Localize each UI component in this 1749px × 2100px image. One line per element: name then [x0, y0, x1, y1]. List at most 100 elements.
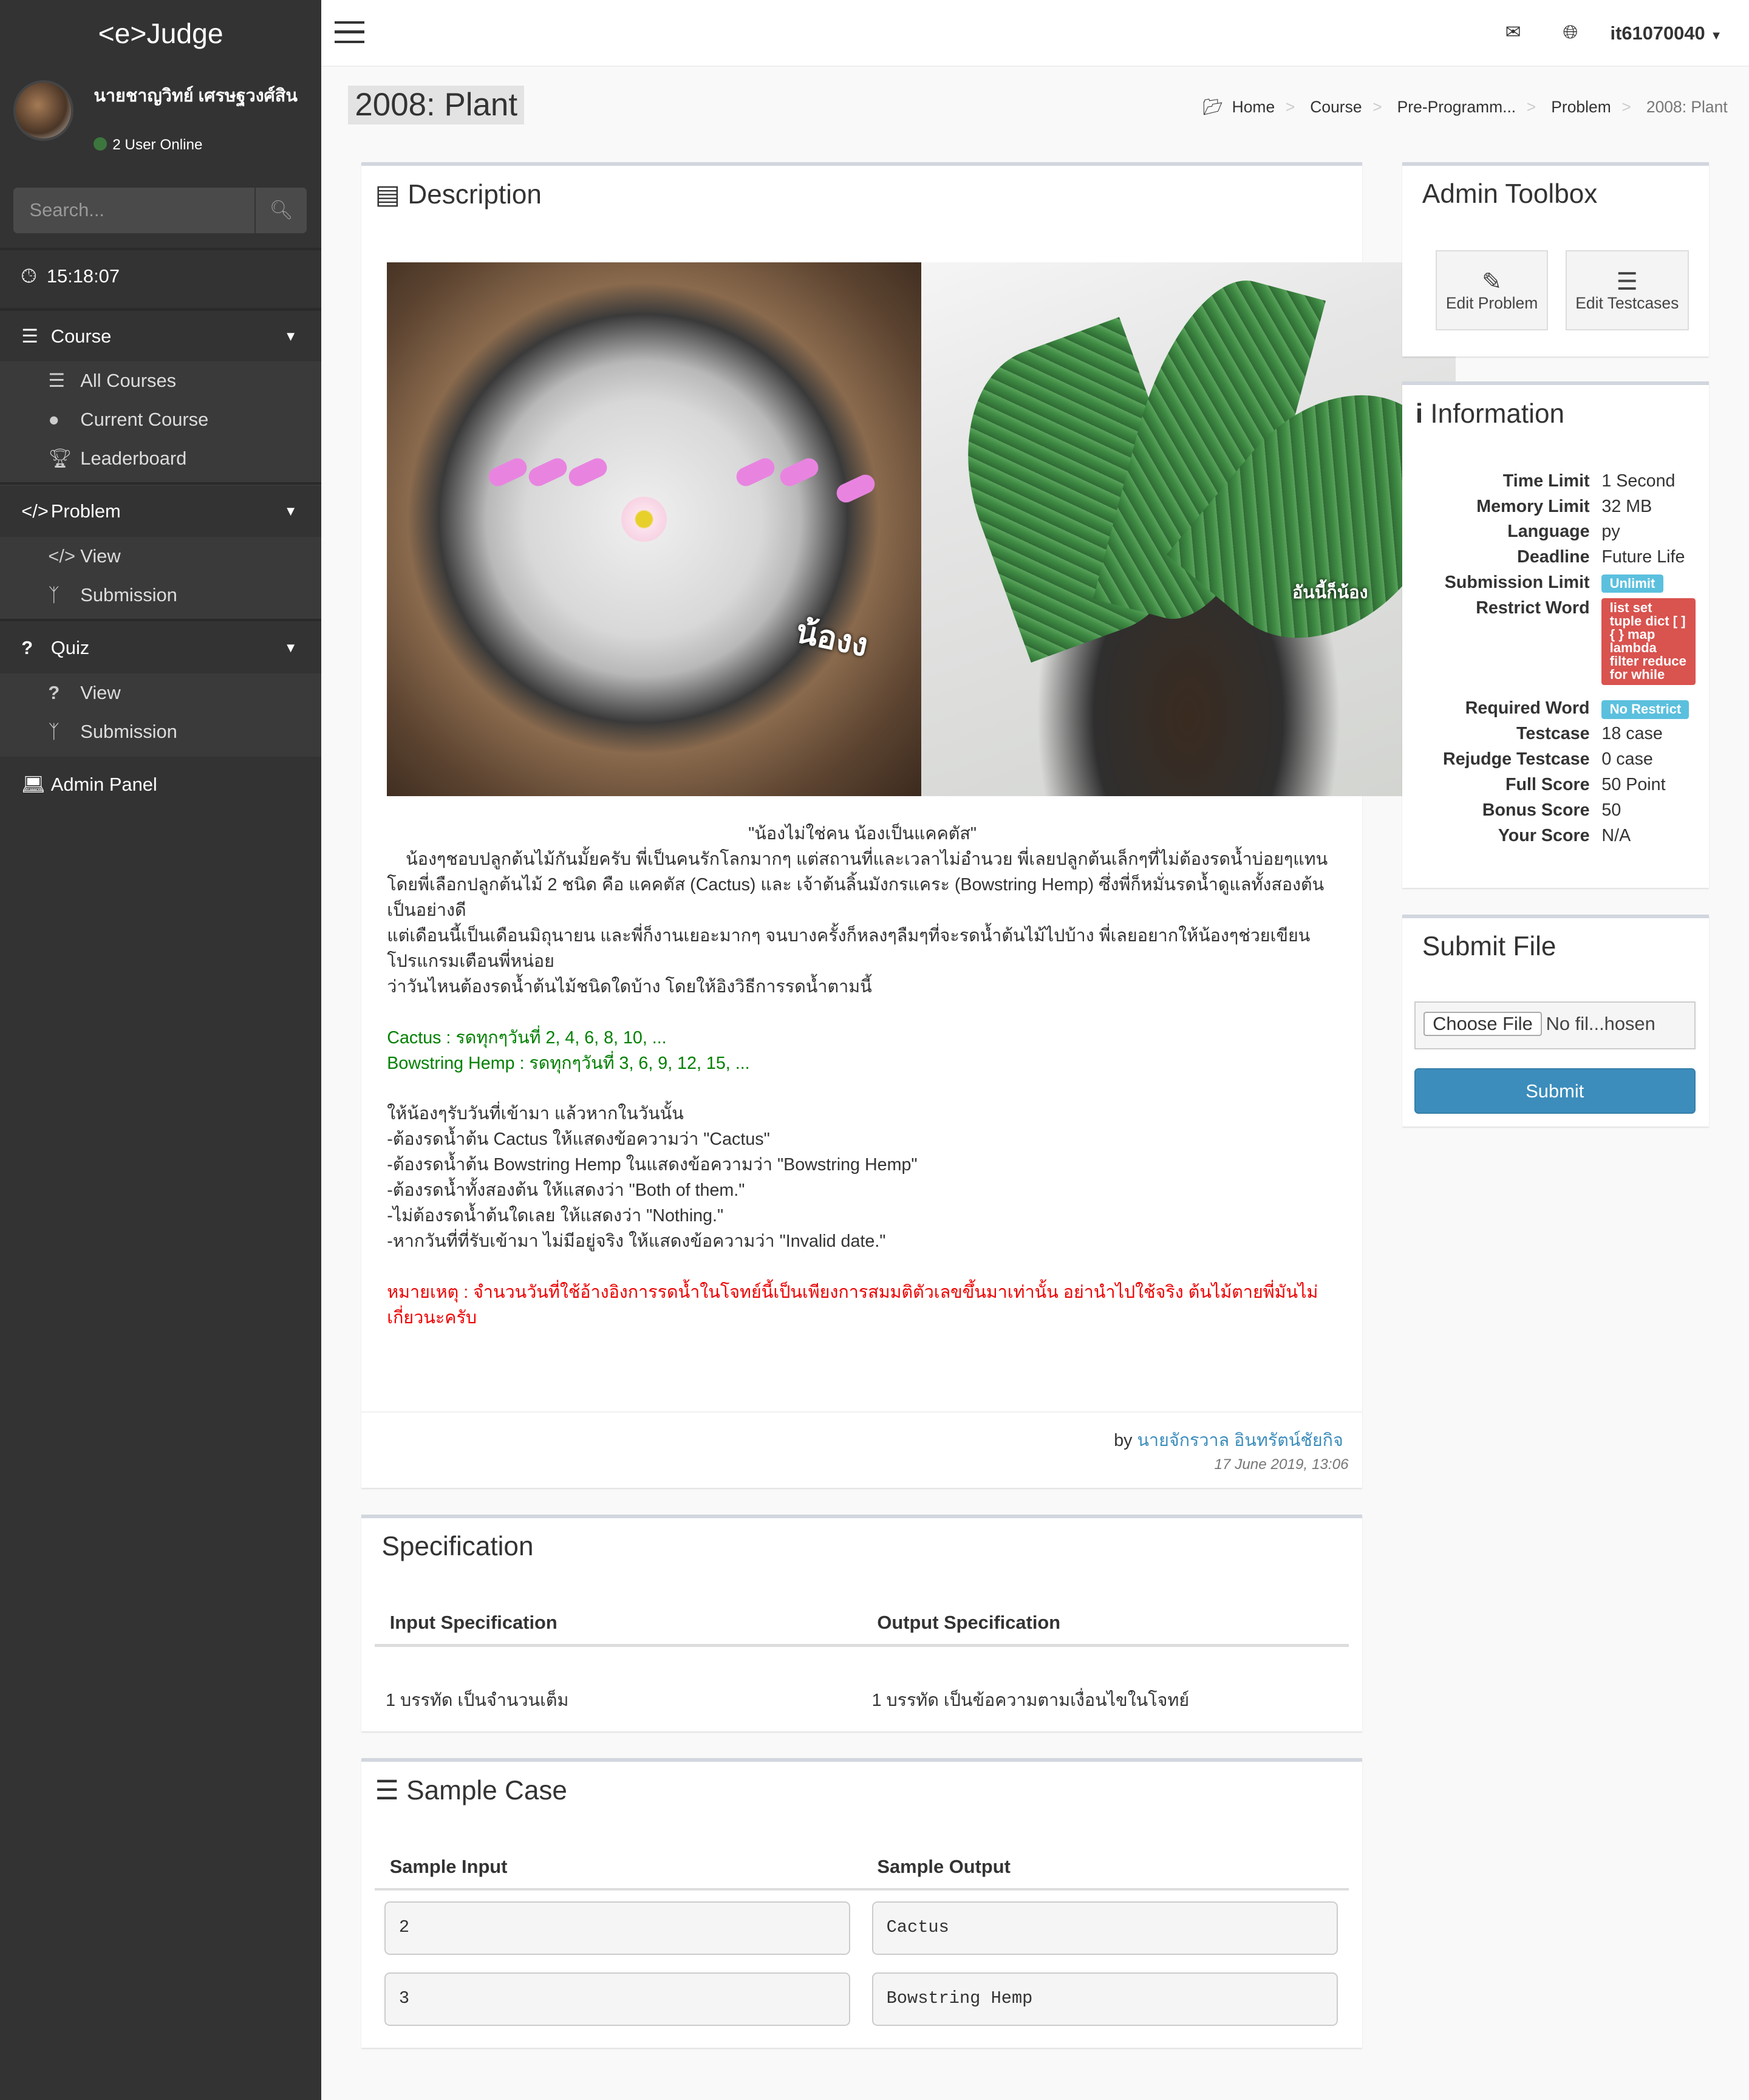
menu-label: All Courses [80, 370, 177, 392]
sample-output[interactable]: Bowstring Hemp [871, 1972, 1338, 2026]
note: หมายเหตุ : จำนวนวันที่ใช้อ้างอิงการรดน้ำ… [387, 1282, 1318, 1328]
author-link[interactable]: นายจักรวาล อินทรัตน์ชัยกิจ [1137, 1431, 1343, 1450]
box-title: Admin Toolbox [1422, 179, 1598, 209]
file-name: No fil...hosen [1546, 1013, 1655, 1035]
by-label: by [1114, 1430, 1133, 1450]
output-spec-header: Output Specification [877, 1612, 1061, 1634]
cactus-photo: น้องง [387, 262, 922, 797]
breadcrumb-problem[interactable]: Problem [1551, 98, 1611, 116]
description-header: ▤ Description [361, 166, 1362, 223]
hamburger-menu-icon[interactable] [335, 21, 364, 43]
brand-logo[interactable]: <e>Judge [0, 0, 321, 67]
page-title: 2008: Plant [348, 86, 525, 125]
avatar [13, 80, 74, 141]
info-value: 1 Second [1601, 471, 1676, 491]
rule-bowstring-hemp: Bowstring Hemp : รดทุกๆวันที่ 3, 6, 9, 1… [387, 1053, 750, 1073]
admin-toolbox: Admin Toolbox ✎ Edit Problem ☰ Edit Testca… [1402, 162, 1709, 356]
info-value: N/A [1601, 825, 1631, 845]
info-value: 32 MB [1601, 496, 1652, 516]
paragraph: แต่เดือนนี้เป็นเดือนมิถุนายน และพี่ก็งาน… [387, 926, 1311, 971]
flower [621, 496, 667, 542]
submenu-problem: </> View ᛉ Submission [0, 537, 322, 620]
search-button[interactable]: 🔍︎ [256, 188, 307, 233]
code-icon: </> [48, 545, 75, 567]
button-label: Edit Problem [1445, 294, 1538, 313]
chevron-down-icon: ▼ [284, 640, 298, 656]
sidebar-item-quiz-view[interactable]: ? View [0, 673, 321, 712]
file-input[interactable]: Choose File No fil...hosen [1414, 1001, 1696, 1050]
decoration [485, 455, 530, 489]
search-input[interactable] [13, 187, 256, 233]
submit-button[interactable]: Submit [1414, 1068, 1696, 1114]
list-alt-icon: ▤ [375, 179, 401, 210]
sidebar-item-problem-view[interactable]: </> View [0, 537, 321, 576]
info-key: Rejudge Testcase [1443, 749, 1590, 769]
information-box: i Information Time Limit 1 Second Memory … [1402, 381, 1709, 888]
input-spec: 1 บรรทัด เป็นจำนวนเต็ม [386, 1690, 569, 1710]
sidebar: <e>Judge นายชาญวิทย์ เศรษฐวงศ์สิน 2 User… [0, 0, 322, 2100]
chevron-down-icon: ▼ [284, 503, 298, 519]
decoration [777, 455, 822, 489]
breadcrumb-current: 2008: Plant [1646, 97, 1728, 116]
sample-input[interactable]: 2 [384, 1901, 851, 1955]
edit-problem-button[interactable]: ✎ Edit Problem [1435, 250, 1549, 331]
box-title: Information [1430, 398, 1564, 429]
breadcrumb-course[interactable]: Course [1310, 98, 1362, 116]
user-panel: นายชาญวิทย์ เศรษฐวงศ์สิน 2 User Online [13, 80, 315, 160]
submit-file-box: Submit File Choose File No fil...hosen Su… [1402, 915, 1709, 1127]
divider [375, 1644, 1349, 1647]
sidebar-item-quiz[interactable]: ? Quiz ▼ [0, 622, 322, 674]
choose-file-button[interactable]: Choose File [1423, 1012, 1543, 1037]
restrict-word-badge: list set tuple dict [ ] { } map lambda f… [1601, 598, 1696, 686]
list-icon: ☰ [48, 370, 66, 392]
sidebar-item-all-courses[interactable]: ☰ All Courses [0, 361, 321, 400]
username: it61070040 [1610, 22, 1705, 44]
paragraph: -ต้องรดน้ำทั้งสองต้น ให้แสดงว่า "Both of… [387, 1181, 745, 1201]
menu-label: View [80, 545, 121, 567]
photo-label: อันนี้ก็น้อง [1292, 583, 1368, 603]
menu-label: View [80, 682, 121, 704]
menu-label: Submission [80, 721, 177, 743]
sidebar-item-quiz-submission[interactable]: ᛉ Submission [0, 712, 321, 751]
sidebar-item-course[interactable]: ☰ Course ▼ [0, 310, 322, 362]
user-menu[interactable]: it61070040 ▼ [1611, 22, 1722, 44]
paragraph: น้องๆชอบปลูกต้นไม้กันมั้ยครับ พี่เป็นคนร… [406, 850, 1328, 870]
author-line: by นายจักรวาล อินทรัตน์ชัยกิจ [1114, 1426, 1343, 1454]
paragraph: -ไม่ต้องรดน้ำต้นใดเลย ให้แสดงว่า "Nothin… [387, 1205, 724, 1226]
description-box: ▤ Description น้องง อันนี้ก็น้อง "น้องไม… [361, 162, 1456, 1491]
online-dot-icon [94, 137, 107, 151]
box-title: Specification [381, 1532, 534, 1562]
box-title: Sample Case [406, 1776, 567, 1806]
sidebar-item-current-course[interactable]: ● Current Course [0, 400, 321, 439]
envelope-icon[interactable]: ✉ [1505, 21, 1521, 43]
breadcrumb-course-name[interactable]: Pre-Programm... [1397, 98, 1516, 116]
menu-label: Admin Panel [50, 774, 157, 796]
info-key: Bonus Score [1482, 800, 1590, 820]
sidebar-search: 🔍︎ [13, 187, 307, 233]
menu-label: Problem [50, 500, 121, 522]
globe-icon[interactable]: 🌐︎ [1563, 21, 1578, 44]
sidebar-item-leaderboard[interactable]: 🏆︎ Leaderboard [0, 439, 321, 478]
list-ol-icon: ☰ [375, 1776, 399, 1806]
info-key: Testcase [1516, 724, 1590, 744]
edit-testcases-button[interactable]: ☰ Edit Testcases [1565, 250, 1689, 331]
sample-output[interactable]: Cactus [871, 1901, 1338, 1955]
question-icon: ? [48, 682, 60, 704]
sample-input[interactable]: 3 [384, 1972, 851, 2026]
description-footer: by นายจักรวาล อินทรัตน์ชัยกิจ 17 June 20… [361, 1411, 1362, 1491]
info-value: py [1601, 522, 1620, 542]
decoration [565, 455, 610, 489]
sidebar-item-problem[interactable]: </> Problem ▼ [0, 486, 322, 537]
paragraph: -ต้องรดน้ำต้น Cactus ให้แสดงข้อความว่า "… [387, 1130, 770, 1150]
breadcrumb: 📂︎ Home > Course > Pre-Programm... > Proble… [1202, 98, 1727, 117]
sidebar-item-admin-panel[interactable]: 💻︎ Admin Panel [0, 759, 322, 811]
user-name: นายชาญวิทย์ เศรษฐวงศ์สิน [94, 86, 298, 106]
list-icon: ☰ [1616, 268, 1638, 295]
menu-label: Quiz [50, 637, 90, 659]
breadcrumb-home[interactable]: Home [1232, 98, 1275, 116]
sidebar-item-problem-submission[interactable]: ᛉ Submission [0, 576, 321, 615]
caret-down-icon: ▼ [1710, 29, 1722, 43]
required-word-badge: No Restrict [1601, 700, 1689, 719]
info-key: Deadline [1517, 547, 1590, 567]
laptop-icon: 💻︎ [21, 774, 46, 796]
